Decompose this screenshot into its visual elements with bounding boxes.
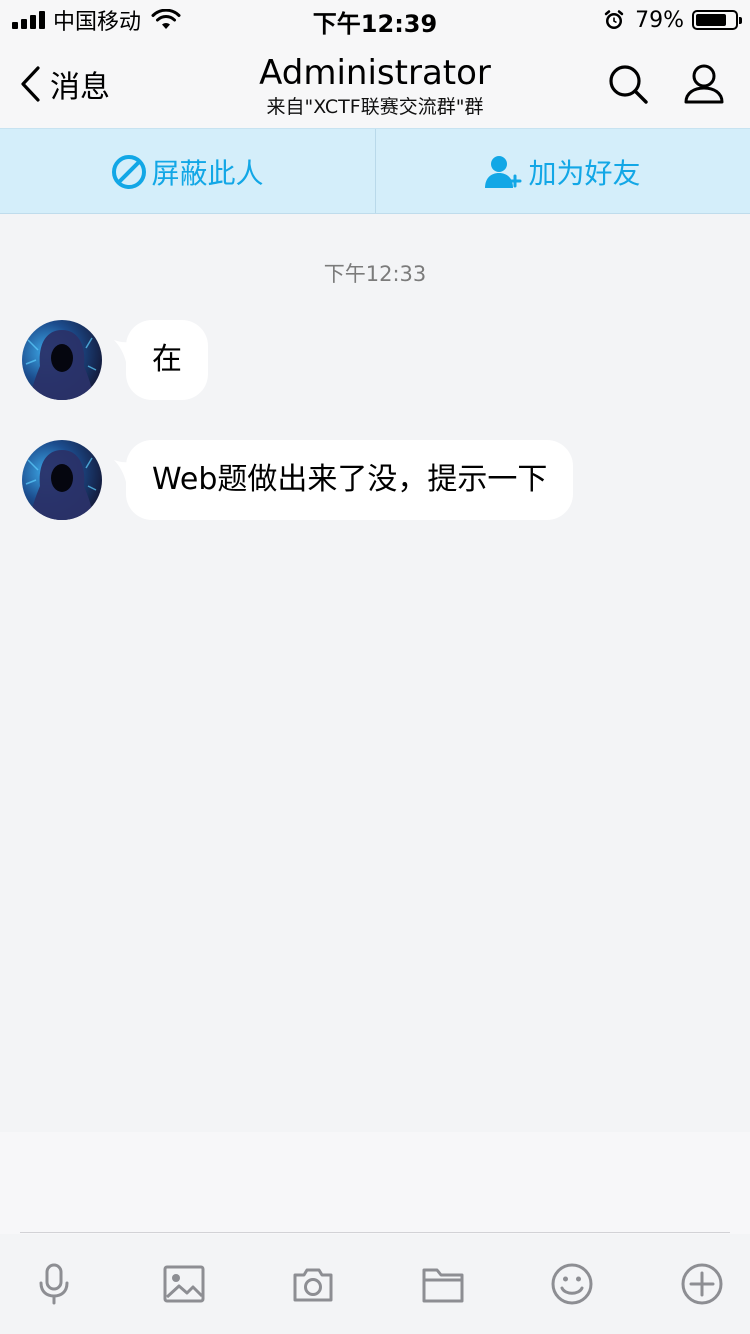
emoji-icon[interactable] bbox=[550, 1262, 594, 1306]
image-icon[interactable] bbox=[162, 1262, 206, 1306]
title-block: Administrator 来自"XCTF联赛交流群"群 bbox=[200, 52, 550, 118]
add-friend-label: 加为好友 bbox=[528, 157, 641, 190]
bottom-toolbar bbox=[0, 1234, 750, 1334]
status-right: 79% bbox=[603, 6, 742, 34]
hooded-figure-image bbox=[25, 450, 97, 520]
alarm-icon bbox=[604, 10, 624, 29]
message-bubble-wrap: 在 bbox=[114, 320, 208, 400]
microphone-icon[interactable] bbox=[32, 1262, 76, 1306]
message-bubble[interactable]: Web题做出来了没，提示一下 bbox=[126, 440, 574, 520]
battery-icon bbox=[692, 10, 742, 30]
message-row: 在 bbox=[22, 320, 208, 400]
folder-icon[interactable] bbox=[421, 1262, 465, 1306]
page-title: Administrator bbox=[259, 53, 491, 93]
chevron-left-icon bbox=[21, 66, 40, 102]
block-user-label: 屏蔽此人 bbox=[151, 157, 264, 190]
hooded-figure-image bbox=[25, 330, 97, 400]
battery-level-fill bbox=[696, 14, 726, 26]
message-row: Web题做出来了没，提示一下 bbox=[22, 440, 574, 520]
back-label: 消息 bbox=[50, 70, 110, 105]
message-bubble[interactable]: 在 bbox=[126, 320, 208, 400]
status-bar: 中国移动 下午12:39 79% bbox=[0, 0, 750, 40]
block-icon bbox=[112, 155, 147, 189]
message-input[interactable] bbox=[0, 1132, 750, 1234]
avatar[interactable] bbox=[22, 320, 102, 400]
message-bubble-wrap: Web题做出来了没，提示一下 bbox=[114, 440, 574, 520]
back-button[interactable]: 消息 bbox=[18, 62, 110, 106]
block-user-button[interactable]: 屏蔽此人 bbox=[0, 129, 375, 215]
search-icon[interactable] bbox=[606, 62, 650, 106]
action-bar: 屏蔽此人 加为好友 bbox=[0, 128, 750, 214]
page-subtitle: 来自"XCTF联赛交流群"群 bbox=[266, 96, 484, 118]
battery-percent: 79% bbox=[635, 7, 684, 33]
add-friend-button[interactable]: 加为好友 bbox=[375, 129, 750, 215]
input-divider bbox=[20, 1232, 730, 1233]
chat-timestamp: 下午12:33 bbox=[323, 262, 427, 286]
profile-icon[interactable] bbox=[682, 62, 726, 106]
add-friend-icon bbox=[485, 156, 522, 188]
avatar[interactable] bbox=[22, 440, 102, 520]
nav-bar: 消息 Administrator 来自"XCTF联赛交流群"群 bbox=[0, 40, 750, 128]
plus-icon[interactable] bbox=[680, 1262, 724, 1306]
camera-icon[interactable] bbox=[291, 1262, 335, 1306]
